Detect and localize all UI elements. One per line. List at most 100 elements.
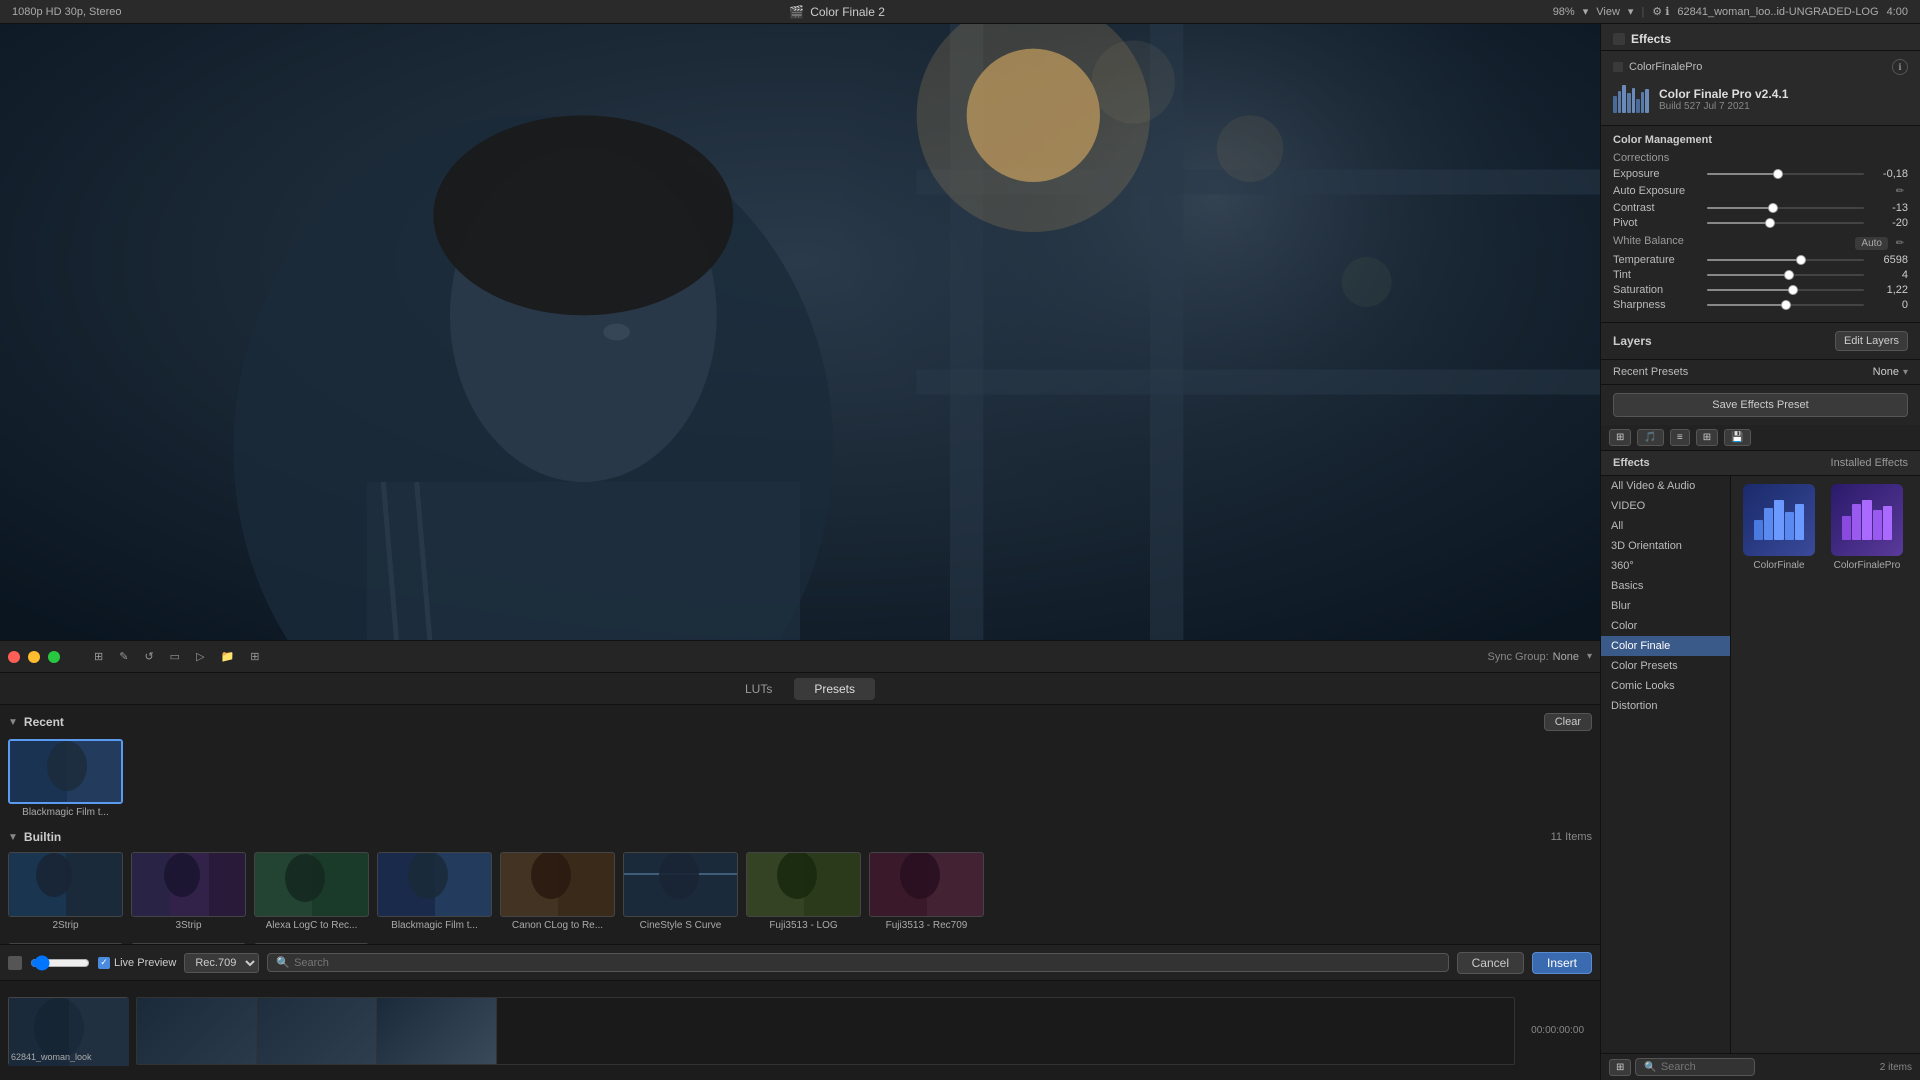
builtin-item-4[interactable]: Canon CLog to Re... — [500, 852, 615, 931]
effects-toolbar-btn-3[interactable]: ≡ — [1670, 429, 1690, 446]
rec-select[interactable]: Rec.709 — [184, 953, 259, 973]
minimize-btn[interactable] — [28, 651, 40, 663]
toolbar-btn-2[interactable]: ✎ — [113, 647, 134, 666]
sidebar-item-color[interactable]: Color — [1601, 616, 1730, 636]
sidebar-item-video[interactable]: VIDEO — [1601, 496, 1730, 516]
builtin-thumb-5[interactable] — [623, 852, 738, 917]
sidebar-item-color-finale[interactable]: Color Finale — [1601, 636, 1730, 656]
effects-search-input[interactable] — [1661, 1061, 1803, 1073]
playhead-control[interactable] — [8, 956, 22, 970]
edit-layers-button[interactable]: Edit Layers — [1835, 331, 1908, 351]
recent-thumb-0[interactable] — [8, 739, 123, 804]
effect-item-colorffinale[interactable]: ColorFinale — [1739, 484, 1819, 571]
effects-toolbar-btn-2[interactable]: 🎵 — [1637, 429, 1663, 446]
collapse-arrow-recent[interactable]: ▼ — [8, 717, 18, 728]
effects-checkbox[interactable] — [1613, 33, 1625, 45]
toolbar-btn-4[interactable]: ▭ — [164, 647, 186, 666]
clear-button[interactable]: Clear — [1544, 713, 1592, 731]
insert-button[interactable]: Insert — [1532, 952, 1592, 974]
temperature-value: 6598 — [1868, 254, 1908, 266]
builtin-thumb-0[interactable] — [8, 852, 123, 917]
recent-item-0[interactable]: Blackmagic Film t... — [8, 739, 123, 818]
builtin-item-3[interactable]: Blackmagic Film t... — [377, 852, 492, 931]
exposure-slider[interactable] — [1707, 173, 1864, 175]
builtin-thumb-8[interactable] — [8, 943, 123, 944]
search-input[interactable] — [294, 957, 1440, 969]
sidebar-item-blur[interactable]: Blur — [1601, 596, 1730, 616]
effects-bottom-header: Effects Installed Effects — [1601, 451, 1920, 476]
builtin-item-1[interactable]: 3Strip — [131, 852, 246, 931]
cfp-info-btn[interactable]: ℹ — [1892, 59, 1908, 75]
builtin-thumb-10[interactable] — [254, 943, 369, 944]
temperature-slider[interactable] — [1707, 259, 1864, 261]
view-menu[interactable]: View — [1596, 6, 1620, 18]
sharpness-value: 0 — [1868, 299, 1908, 311]
toolbar-btn-5[interactable]: ▷ — [190, 647, 210, 666]
cfp-checkbox[interactable] — [1613, 62, 1623, 72]
builtin-item-8[interactable] — [8, 943, 123, 944]
builtin-item-5[interactable]: CineStyle S Curve — [623, 852, 738, 931]
effects-footer-btn-1[interactable]: ⊞ — [1609, 1059, 1631, 1076]
effects-toolbar-btn-1[interactable]: ⊞ — [1609, 429, 1631, 446]
maximize-btn[interactable] — [48, 651, 60, 663]
cfp-build: Build 527 Jul 7 2021 — [1659, 101, 1908, 112]
sidebar-item-3d[interactable]: 3D Orientation — [1601, 536, 1730, 556]
contrast-slider[interactable] — [1707, 207, 1864, 209]
timeline-strip[interactable] — [136, 997, 1515, 1065]
builtin-thumb-1[interactable] — [131, 852, 246, 917]
builtin-item-10[interactable] — [254, 943, 369, 944]
corrections-title: Corrections — [1613, 152, 1908, 164]
effect-thumb-colorffinale[interactable] — [1743, 484, 1815, 556]
toolbar-btn-6[interactable]: 📁 — [215, 647, 241, 666]
tint-slider[interactable] — [1707, 274, 1864, 276]
effects-list-area: All Video & Audio VIDEO All 3D Orientati… — [1601, 476, 1920, 1053]
sharpness-slider[interactable] — [1707, 304, 1864, 306]
white-balance-edit[interactable]: ✏ — [1892, 235, 1908, 251]
builtin-item-2[interactable]: Alexa LogC to Rec... — [254, 852, 369, 931]
save-effects-preset-button[interactable]: Save Effects Preset — [1613, 393, 1908, 417]
tab-luts[interactable]: LUTs — [725, 678, 792, 700]
close-btn[interactable] — [8, 651, 20, 663]
timeline-clip-thumb[interactable]: 62841_woman_look — [8, 997, 128, 1065]
sidebar-item-360[interactable]: 360° — [1601, 556, 1730, 576]
sidebar-item-color-presets[interactable]: Color Presets — [1601, 656, 1730, 676]
sidebar-item-comic-looks[interactable]: Comic Looks — [1601, 676, 1730, 696]
effects-bottom-footer: ⊞ 🔍 2 items — [1601, 1053, 1920, 1080]
collapse-arrow-builtin[interactable]: ▼ — [8, 832, 18, 843]
sidebar-item-basics[interactable]: Basics — [1601, 576, 1730, 596]
effect-thumb-colorfinale-pro[interactable] — [1831, 484, 1903, 556]
builtin-thumb-6[interactable] — [746, 852, 861, 917]
builtin-item-9[interactable] — [131, 943, 246, 944]
recent-thumb-grid: Blackmagic Film t... — [8, 739, 1592, 818]
saturation-label: Saturation — [1613, 284, 1703, 296]
builtin-item-7[interactable]: Fuji3513 - Rec709 — [869, 852, 984, 931]
playhead-slider[interactable] — [30, 955, 90, 971]
live-preview-checkbox[interactable]: ✓ — [98, 957, 110, 969]
builtin-thumb-7[interactable] — [869, 852, 984, 917]
effects-toolbar-btn-4[interactable]: ⊞ — [1696, 429, 1718, 446]
tab-presets[interactable]: Presets — [794, 678, 875, 700]
effects-toolbar-btn-5[interactable]: 💾 — [1724, 429, 1750, 446]
builtin-item-6[interactable]: Fuji3513 - LOG — [746, 852, 861, 931]
white-balance-badge: Auto — [1855, 237, 1888, 250]
toolbar-btn-3[interactable]: ↺ — [138, 647, 159, 666]
browser-footer: ✓ Live Preview Rec.709 🔍 Cancel Insert — [0, 944, 1600, 980]
toolbar-btn-7[interactable]: ⊞ — [244, 647, 265, 666]
saturation-slider[interactable] — [1707, 289, 1864, 291]
icons-group: ⚙ ℹ — [1652, 5, 1669, 18]
browser-panel: ⊞ ✎ ↺ ▭ ▷ 📁 ⊞ Sync Group: None ▾ LUTs Pr… — [0, 640, 1600, 980]
sidebar-item-all-video[interactable]: All Video & Audio — [1601, 476, 1730, 496]
toolbar-btn-1[interactable]: ⊞ — [88, 647, 109, 666]
builtin-item-0[interactable]: 2Strip — [8, 852, 123, 931]
cancel-button[interactable]: Cancel — [1457, 952, 1524, 974]
tint-label: Tint — [1613, 269, 1703, 281]
pivot-slider[interactable] — [1707, 222, 1864, 224]
builtin-thumb-9[interactable] — [131, 943, 246, 944]
effect-item-colorfinale-pro[interactable]: ColorFinalePro — [1827, 484, 1907, 571]
builtin-thumb-3[interactable] — [377, 852, 492, 917]
builtin-thumb-4[interactable] — [500, 852, 615, 917]
auto-exposure-edit[interactable]: ✏ — [1892, 183, 1908, 199]
sidebar-item-distortion[interactable]: Distortion — [1601, 696, 1730, 716]
builtin-thumb-2[interactable] — [254, 852, 369, 917]
sidebar-item-all[interactable]: All — [1601, 516, 1730, 536]
